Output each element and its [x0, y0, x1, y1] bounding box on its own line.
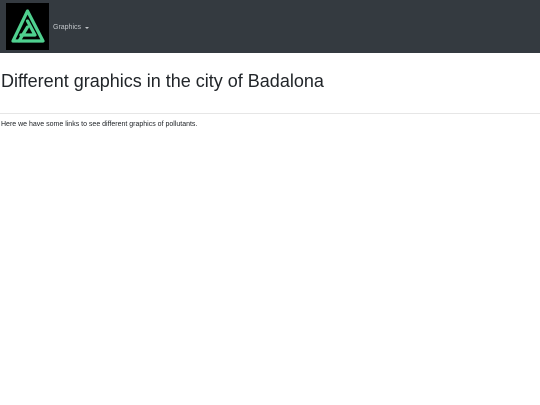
triangle-logo-icon [11, 9, 45, 43]
graphics-dropdown[interactable]: Graphics [53, 21, 90, 33]
intro-text: Here we have some links to see different… [1, 121, 198, 128]
section-divider [0, 113, 540, 114]
top-navbar: Graphics [0, 0, 540, 53]
brand-logo[interactable] [6, 3, 49, 50]
graphics-dropdown-label: Graphics [53, 23, 82, 31]
caret-down-icon [85, 26, 90, 29]
page-title: Different graphics in the city of Badalo… [1, 71, 324, 91]
